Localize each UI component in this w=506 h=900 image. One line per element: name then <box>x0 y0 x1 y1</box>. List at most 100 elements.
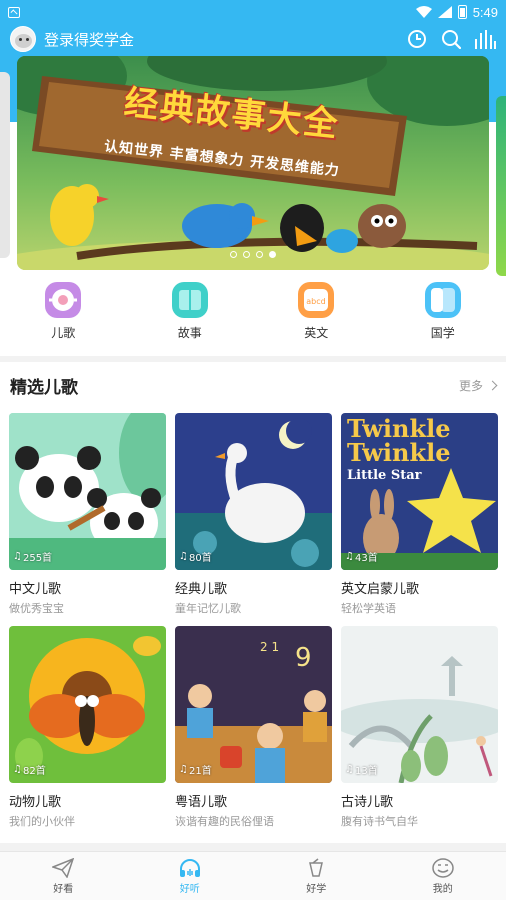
track-count: 13首 <box>354 766 378 777</box>
bottom-navigation: 好看 好听 好学 我的 <box>0 851 506 900</box>
album-thumbnail: ♫ 13首 <box>341 626 498 783</box>
category-label: 故事 <box>177 326 202 340</box>
album-title: 经典儿歌 <box>175 582 228 597</box>
song-grid: ♫ 255首 中文儿歌 做优秀宝宝 ♫ 80首 经典儿歌 童年记忆儿歌 Twin… <box>9 413 499 839</box>
headphones-icon <box>179 858 200 877</box>
carousel-dot[interactable] <box>243 251 250 258</box>
thumb-text-line: Twinkle <box>347 438 451 467</box>
svg-text:9: 9 <box>295 643 312 673</box>
track-count-badge: ♫ 21首 <box>179 762 212 777</box>
abcd-english-icon: abcd <box>298 282 335 318</box>
avatar[interactable] <box>10 26 36 52</box>
nav-label: 好学 <box>306 883 327 895</box>
search-icon[interactable] <box>440 28 462 50</box>
app-root: 5:49 登录得奖学金 经典故事大全 认知世界 丰富想象力 开发思维能力 儿歌 … <box>0 0 506 900</box>
banner-prev-peek <box>0 72 10 258</box>
paper-plane-icon <box>52 857 75 878</box>
category-classics[interactable]: 国学 <box>380 282 506 348</box>
category-row: 儿歌 故事 abcd 英文 国学 <box>0 282 506 348</box>
music-note-icon: ♫ <box>345 764 354 775</box>
album-title: 粤语儿歌 <box>175 795 228 810</box>
nav-label: 我的 <box>432 883 453 895</box>
section-divider <box>0 356 506 362</box>
album-title: 动物儿歌 <box>9 795 62 810</box>
equalizer-icon[interactable] <box>474 28 496 50</box>
carousel-dot-active[interactable] <box>269 251 276 258</box>
nav-tab-listen[interactable]: 好听 <box>127 852 254 900</box>
album-card-classic[interactable]: ♫ 80首 经典儿歌 童年记忆儿歌 <box>175 413 332 626</box>
album-subtitle: 做优秀宝宝 <box>9 602 64 615</box>
album-subtitle: 轻松学英语 <box>341 602 396 615</box>
category-label: 英文 <box>304 326 329 340</box>
nav-tab-learn[interactable]: 好学 <box>253 852 380 900</box>
track-count: 43首 <box>354 553 378 564</box>
chevron-right-icon <box>487 380 498 390</box>
album-card-english[interactable]: Twinkle Twinkle Little Star ♫ 43首 英文启蒙儿歌 … <box>341 413 498 626</box>
nav-tab-watch[interactable]: 好看 <box>0 852 127 900</box>
banner-next-peek <box>496 96 506 276</box>
category-nursery-rhyme[interactable]: 儿歌 <box>0 282 127 348</box>
status-time: 5:49 <box>472 4 498 20</box>
album-thumbnail: ♫ 82首 <box>9 626 166 783</box>
smile-face-icon <box>432 857 454 878</box>
track-count: 21首 <box>188 766 212 777</box>
music-note-icon: ♫ <box>179 764 188 775</box>
carousel-dot[interactable] <box>230 251 237 258</box>
signal-icon <box>437 6 452 18</box>
more-link[interactable]: 更多 <box>458 377 498 394</box>
album-card-animal[interactable]: ♫ 82首 动物儿歌 我们的小伙伴 <box>9 626 166 839</box>
banner-carousel[interactable]: 经典故事大全 认知世界 丰富想象力 开发思维能力 <box>0 56 506 276</box>
track-count-badge: ♫ 255首 <box>13 549 52 564</box>
section-header: 精选儿歌 更多 <box>0 370 506 400</box>
track-count: 80首 <box>188 553 212 564</box>
music-note-icon: ♫ <box>345 551 354 562</box>
album-subtitle: 腹有诗书气自华 <box>341 815 418 828</box>
svg-text:2 1: 2 1 <box>260 640 279 654</box>
classics-book-icon <box>424 282 461 318</box>
music-note-icon: ♫ <box>13 551 22 562</box>
music-note-icon: ♫ <box>13 764 22 775</box>
album-title: 中文儿歌 <box>9 582 62 597</box>
album-subtitle: 我们的小伙伴 <box>9 815 75 828</box>
category-story[interactable]: 故事 <box>127 282 254 348</box>
album-title: 英文启蒙儿歌 <box>341 582 420 597</box>
story-book-icon <box>171 282 208 318</box>
album-subtitle: 诙谐有趣的民俗俚语 <box>175 815 274 828</box>
notification-icon <box>8 6 20 18</box>
nav-label: 好看 <box>53 883 74 895</box>
album-card-chinese[interactable]: ♫ 255首 中文儿歌 做优秀宝宝 <box>9 413 166 626</box>
album-thumbnail: ♫ 80首 <box>175 413 332 570</box>
category-english[interactable]: abcd 英文 <box>253 282 380 348</box>
album-thumbnail: Twinkle Twinkle Little Star ♫ 43首 <box>341 413 498 570</box>
nav-label: 好听 <box>179 883 200 895</box>
cup-icon <box>309 857 324 877</box>
svg-text:abcd: abcd <box>307 297 326 306</box>
carousel-dot[interactable] <box>256 251 263 258</box>
track-count: 82首 <box>22 766 46 777</box>
clock-icon[interactable] <box>406 28 428 50</box>
album-thumbnail: ♫ 255首 <box>9 413 166 570</box>
track-count-badge: ♫ 43首 <box>345 549 378 564</box>
bottom-separator <box>0 843 506 851</box>
album-thumbnail: 9 2 1 ♫ 21首 <box>175 626 332 783</box>
category-label: 国学 <box>430 326 455 340</box>
banner-slide[interactable]: 经典故事大全 认知世界 丰富想象力 开发思维能力 <box>17 56 489 270</box>
section-title: 精选儿歌 <box>10 377 78 398</box>
album-subtitle: 童年记忆儿歌 <box>175 602 241 615</box>
track-count: 255首 <box>22 553 53 564</box>
wifi-icon <box>415 6 432 18</box>
music-note-icon: ♫ <box>179 551 188 562</box>
nav-tab-mine[interactable]: 我的 <box>380 852 506 900</box>
category-label: 儿歌 <box>51 326 76 340</box>
track-count-badge: ♫ 13首 <box>345 762 378 777</box>
nursery-rhyme-icon <box>45 282 82 318</box>
more-label: 更多 <box>458 378 483 393</box>
track-count-badge: ♫ 80首 <box>179 549 212 564</box>
thumb-text-line: Little Star <box>347 468 422 483</box>
status-bar: 5:49 <box>0 0 506 24</box>
login-link[interactable]: 登录得奖学金 <box>44 29 134 50</box>
album-title: 古诗儿歌 <box>341 795 394 810</box>
album-card-cantonese[interactable]: 9 2 1 ♫ 21首 粤语儿歌 诙谐有趣的民俗俚语 <box>175 626 332 839</box>
track-count-badge: ♫ 82首 <box>13 762 46 777</box>
album-card-poetry[interactable]: ♫ 13首 古诗儿歌 腹有诗书气自华 <box>341 626 498 839</box>
